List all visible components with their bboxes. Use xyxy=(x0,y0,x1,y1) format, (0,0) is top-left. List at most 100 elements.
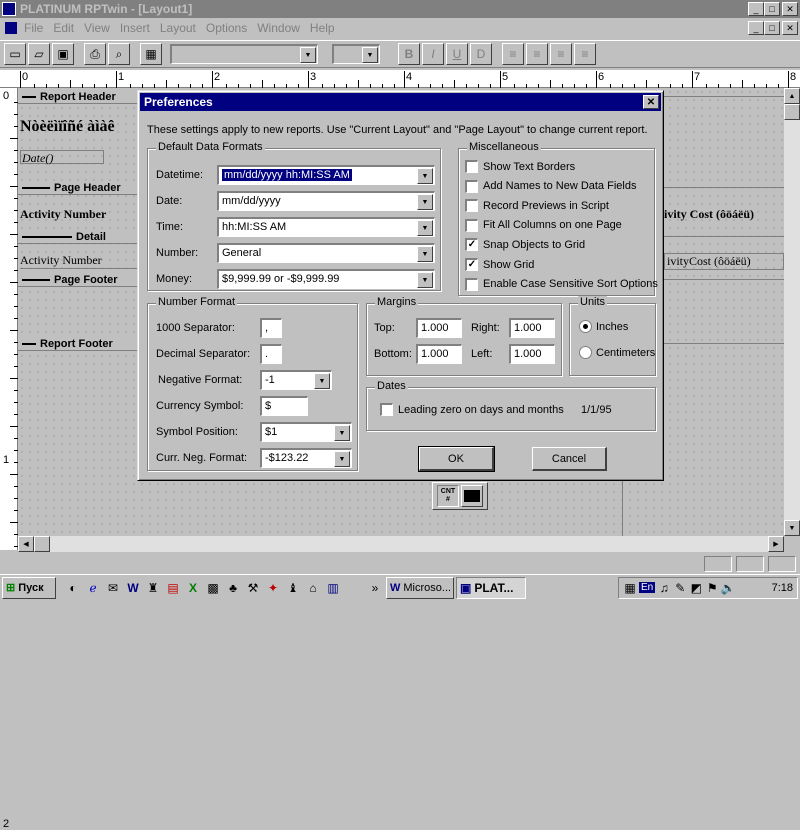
report-date-field[interactable]: Date() xyxy=(20,150,104,165)
menu-insert[interactable]: Insert xyxy=(120,21,150,35)
chevron-down-icon[interactable]: ▼ xyxy=(417,220,433,236)
currency-symbol-input[interactable]: $ xyxy=(260,396,308,416)
speaker-icon[interactable]: 🔈 xyxy=(721,579,736,597)
units-centimeters-radio[interactable]: Centimeters xyxy=(579,346,655,359)
scroll-thumb-h[interactable] xyxy=(34,536,50,552)
app-icon[interactable] xyxy=(2,2,16,16)
checkbox-box[interactable] xyxy=(465,199,478,213)
checkbox-box[interactable] xyxy=(465,277,478,291)
menu-window[interactable]: Window xyxy=(257,21,300,35)
strike-button[interactable]: D xyxy=(470,43,492,65)
misc-checkbox-4[interactable]: Fit All Columns on one Page xyxy=(465,218,622,232)
tray-icon-1[interactable]: ▦ xyxy=(623,579,637,597)
chevron-down-icon[interactable]: ▼ xyxy=(417,194,433,210)
tray-icon-5[interactable]: ◩ xyxy=(689,579,703,597)
powerpoint-icon[interactable]: ▤ xyxy=(164,579,182,597)
currency-negative-dropdown[interactable]: -$123.22 ▼ xyxy=(260,448,352,468)
quick-launch-icon-10[interactable]: ⚒ xyxy=(244,579,262,597)
margin-left-input[interactable]: 1.000 xyxy=(509,344,555,364)
margin-bottom-input[interactable]: 1.000 xyxy=(416,344,462,364)
thousand-separator-input[interactable]: , xyxy=(260,318,282,338)
vertical-scrollbar[interactable]: ▲ ▼ xyxy=(784,88,800,536)
activity-cost-header[interactable]: ivity Cost (ôöáëü) xyxy=(664,207,784,222)
underline-button[interactable]: U xyxy=(446,43,468,65)
scroll-thumb-v[interactable] xyxy=(784,104,800,120)
margin-right-input[interactable]: 1.000 xyxy=(509,318,555,338)
font-size-dropdown[interactable]: ▼ xyxy=(332,44,380,64)
quick-launch-icon-9[interactable]: ♣ xyxy=(224,579,242,597)
chevron-down-icon[interactable]: ▼ xyxy=(417,246,433,262)
close-button[interactable]: ✕ xyxy=(782,2,798,16)
misc-checkbox-7[interactable]: Enable Case Sensitive Sort Options xyxy=(465,277,658,291)
new-file-icon[interactable]: ▭ xyxy=(4,43,26,65)
start-button[interactable]: ⊞ Пуск xyxy=(2,576,56,599)
quick-launch-icon-8[interactable]: ▩ xyxy=(204,579,222,597)
count-tool-icon[interactable]: CNT # xyxy=(437,485,459,507)
word-icon[interactable]: W xyxy=(124,579,142,597)
format-dropdown-date[interactable]: mm/dd/yyyy ▼ xyxy=(217,191,435,211)
scroll-down-button[interactable]: ▼ xyxy=(784,520,800,536)
align-center-icon[interactable]: ≡ xyxy=(526,43,548,65)
quick-launch-icon-12[interactable]: ♝ xyxy=(284,579,302,597)
align-right-icon[interactable]: ≡ xyxy=(550,43,572,65)
chevron-down-icon[interactable]: ▼ xyxy=(417,272,433,288)
print-icon[interactable]: ⎙ xyxy=(84,43,106,65)
tray-icon-6[interactable]: ⚑ xyxy=(705,579,719,597)
bold-button[interactable]: B xyxy=(398,43,420,65)
units-inches-radio[interactable]: Inches xyxy=(579,320,628,333)
dialog-close-button[interactable]: ✕ xyxy=(643,95,659,109)
ie-icon[interactable]: ℯ xyxy=(84,579,102,597)
quick-launch-icon-13[interactable]: ⌂ xyxy=(304,579,322,597)
cancel-button[interactable]: Cancel xyxy=(532,447,607,471)
margin-top-input[interactable]: 1.000 xyxy=(416,318,462,338)
scroll-right-button[interactable]: ▶ xyxy=(768,536,784,552)
menu-edit[interactable]: Edit xyxy=(53,21,74,35)
format-dropdown-number[interactable]: General ▼ xyxy=(217,243,435,263)
doc-minimize-button[interactable]: _ xyxy=(748,21,764,35)
db-field-tool-icon[interactable] xyxy=(461,485,483,507)
section-page-header[interactable]: Page Header xyxy=(18,181,138,195)
misc-checkbox-2[interactable]: Add Names to New Data Fields xyxy=(465,179,636,193)
menu-file[interactable]: File xyxy=(24,21,43,35)
section-detail[interactable]: Detail xyxy=(18,230,138,244)
centimeters-radio-button[interactable] xyxy=(579,346,592,359)
misc-checkbox-5[interactable]: ✓ Snap Objects to Grid xyxy=(465,238,585,252)
align-left-icon[interactable]: ≡ xyxy=(502,43,524,65)
negative-format-dropdown[interactable]: -1 ▼ xyxy=(260,370,332,390)
activity-number-field[interactable]: Activity Number xyxy=(20,253,140,269)
misc-checkbox-1[interactable]: Show Text Borders xyxy=(465,160,575,173)
report-title-field[interactable]: Nòèëìïîñé àìàê xyxy=(20,118,140,136)
checkbox-box[interactable] xyxy=(465,160,478,173)
section-page-footer[interactable]: Page Footer xyxy=(18,273,138,287)
maximize-button[interactable]: □ xyxy=(764,2,780,16)
decimal-separator-input[interactable]: . xyxy=(260,344,282,364)
minimize-button[interactable]: _ xyxy=(748,2,764,16)
format-dropdown-time[interactable]: hh:MI:SS AM ▼ xyxy=(217,217,435,237)
justify-icon[interactable]: ≡ xyxy=(574,43,596,65)
doc-maximize-button[interactable]: □ xyxy=(764,21,780,35)
quick-launch-icon-14[interactable]: ▥ xyxy=(324,579,342,597)
quick-launch-icon-11[interactable]: ✦ xyxy=(264,579,282,597)
menu-options[interactable]: Options xyxy=(206,21,247,35)
document-icon[interactable] xyxy=(4,21,18,35)
quick-launch-icon-5[interactable]: ♜ xyxy=(144,579,162,597)
ok-button[interactable]: OK xyxy=(418,446,495,472)
menu-view[interactable]: View xyxy=(84,21,110,35)
leading-zero-check[interactable] xyxy=(380,403,393,416)
save-icon[interactable]: ▣ xyxy=(52,43,74,65)
menu-help[interactable]: Help xyxy=(310,21,335,35)
italic-button[interactable]: I xyxy=(422,43,444,65)
format-dropdown-datetime[interactable]: mm/dd/yyyy hh:MI:SS AM ▼ xyxy=(217,165,435,185)
open-folder-icon[interactable]: ▱ xyxy=(28,43,50,65)
leading-zero-checkbox[interactable]: Leading zero on days and months xyxy=(380,403,564,416)
scroll-left-button[interactable]: ◀ xyxy=(18,536,34,552)
symbol-position-dropdown[interactable]: $1 ▼ xyxy=(260,422,352,442)
quick-launch-icon-1[interactable]: ◐ xyxy=(64,579,82,597)
section-report-footer[interactable]: Report Footer xyxy=(18,337,138,351)
horizontal-scrollbar[interactable]: ◀ ▶ xyxy=(18,536,784,552)
menu-layout[interactable]: Layout xyxy=(160,21,196,35)
checkbox-box[interactable]: ✓ xyxy=(465,238,478,252)
language-indicator[interactable]: En xyxy=(639,582,656,593)
mail-icon[interactable]: ✉ xyxy=(104,579,122,597)
taskbar-task-platinum[interactable]: ▣ PLAT... xyxy=(456,576,526,599)
